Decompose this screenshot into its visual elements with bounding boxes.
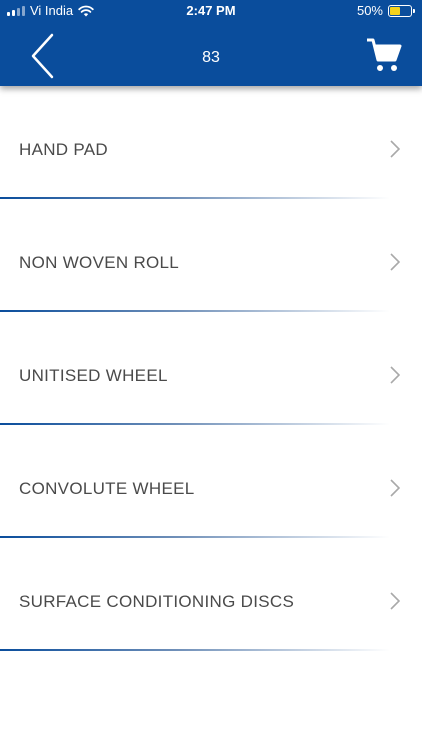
app-header: Vi India 2:47 PM 50% 83	[0, 0, 422, 86]
battery-percent: 50%	[356, 3, 383, 18]
chevron-right-icon	[390, 479, 400, 497]
category-list: HAND PAD NON WOVEN ROLL UNITISED WHEEL C…	[0, 86, 422, 651]
battery-level	[390, 6, 400, 15]
status-bar: Vi India 2:47 PM 50%	[0, 0, 422, 24]
chevron-right-icon	[390, 592, 400, 610]
list-item-label: CONVOLUTE WHEEL	[19, 479, 195, 498]
list-item-label: UNITISED WHEEL	[19, 366, 168, 385]
cart-button[interactable]	[366, 38, 402, 74]
chevron-right-icon	[390, 366, 400, 384]
list-item-label: SURFACE CONDITIONING DISCS	[19, 592, 295, 611]
chevron-right-icon	[390, 253, 400, 271]
page-title: 83	[202, 49, 220, 66]
divider	[0, 649, 390, 651]
list-item-unitised-wheel[interactable]: UNITISED WHEEL	[0, 312, 422, 425]
list-item-hand-pad[interactable]: HAND PAD	[0, 86, 422, 199]
list-item-convolute-wheel[interactable]: CONVOLUTE WHEEL	[0, 425, 422, 538]
list-item-label: HAND PAD	[19, 140, 108, 159]
status-right: 50%	[356, 3, 415, 18]
chevron-right-icon	[390, 140, 400, 158]
battery-icon	[388, 4, 415, 17]
shopping-cart-icon	[367, 38, 402, 71]
list-item-label: NON WOVEN ROLL	[19, 253, 180, 272]
list-item-surface-conditioning-discs[interactable]: SURFACE CONDITIONING DISCS	[0, 538, 422, 651]
list-item-non-woven-roll[interactable]: NON WOVEN ROLL	[0, 199, 422, 312]
